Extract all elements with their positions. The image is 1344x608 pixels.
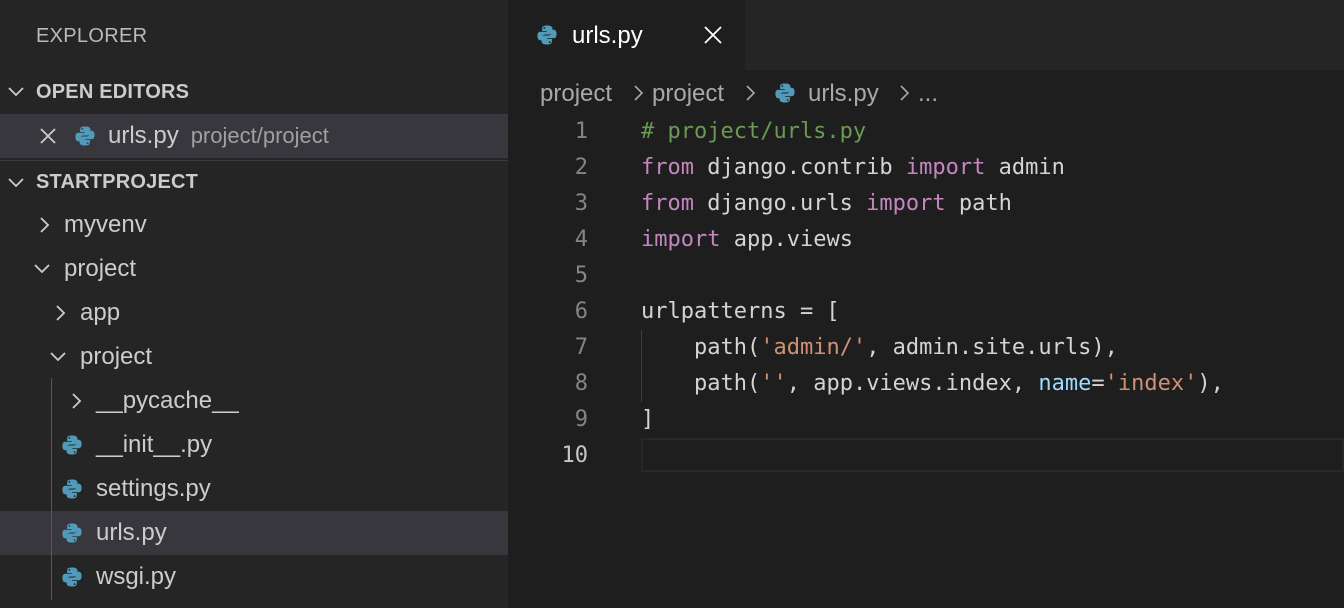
code-text: = xyxy=(1091,371,1105,396)
code-line-6: urlpatterns = [ xyxy=(641,299,840,324)
line-number: 6 xyxy=(574,299,588,324)
close-icon[interactable] xyxy=(702,24,724,46)
explorer-sidebar: EXPLORER OPEN EDITORS urls.py project/pro… xyxy=(0,0,508,608)
python-file-icon xyxy=(75,126,95,146)
code-text: django.contrib xyxy=(693,155,906,180)
code-line-2: from django.contrib import admin xyxy=(641,150,1065,186)
tree-item-label: urls.py xyxy=(96,519,167,546)
string-literal: 'admin/' xyxy=(760,335,867,360)
tree-item-settings-py[interactable]: settings.py xyxy=(0,467,508,511)
python-file-icon xyxy=(62,567,82,587)
tree-item-init-py[interactable]: __init__.py xyxy=(0,423,508,467)
line-number: 1 xyxy=(574,119,588,144)
chevron-right-icon xyxy=(40,217,50,233)
explorer-title: EXPLORER xyxy=(36,25,148,47)
string-literal: '' xyxy=(760,371,787,396)
open-editor-path: project/project xyxy=(190,123,329,148)
line-number: 8 xyxy=(574,371,588,396)
python-file-icon xyxy=(62,435,82,455)
code-text: app.views xyxy=(720,227,853,252)
open-editors-label: OPEN EDITORS xyxy=(36,80,190,103)
chevron-right-icon xyxy=(634,85,644,101)
tree-item-myvenv[interactable]: myvenv xyxy=(0,203,508,247)
code-text: path xyxy=(945,191,1012,216)
editor-tab-bar: urls.py xyxy=(508,0,1344,70)
chevron-down-icon xyxy=(34,264,50,274)
open-editor-label: urls.py project/project xyxy=(108,122,329,150)
chevron-right-icon xyxy=(72,393,82,409)
tree-item-label: wsgi.py xyxy=(96,563,177,590)
open-editor-item-urls[interactable]: urls.py project/project xyxy=(0,114,508,158)
line-number: 2 xyxy=(574,155,588,180)
line-number: 5 xyxy=(574,263,588,288)
tree-item-app[interactable]: app xyxy=(0,291,508,335)
chevron-down-icon xyxy=(8,87,24,97)
code-text: django.urls xyxy=(693,191,867,216)
code-text: admin xyxy=(985,155,1065,180)
open-editors-header[interactable]: OPEN EDITORS xyxy=(0,70,508,114)
breadcrumb-item-project-inner[interactable]: project xyxy=(652,80,724,108)
python-file-icon xyxy=(537,25,557,45)
chevron-right-icon xyxy=(900,85,910,101)
code-line-9: ] xyxy=(641,407,655,432)
code-text: path( xyxy=(641,371,761,396)
parameter-name: name xyxy=(1038,371,1092,396)
string-literal: 'index' xyxy=(1104,371,1198,396)
chevron-down-icon xyxy=(50,352,66,362)
tab-label: urls.py xyxy=(572,22,643,49)
code-text: , app.views.index, xyxy=(786,371,1039,396)
tree-item-project-nested[interactable]: project xyxy=(0,335,508,379)
current-line-highlight xyxy=(641,438,1344,472)
line-number: 9 xyxy=(574,407,588,432)
open-editor-filename: urls.py xyxy=(108,122,179,149)
python-file-icon xyxy=(62,479,82,499)
tree-item-label: settings.py xyxy=(96,475,211,502)
line-number: 4 xyxy=(574,227,588,252)
code-line-1: # project/urls.py xyxy=(641,119,867,144)
tab-urls-py[interactable]: urls.py xyxy=(508,0,745,70)
tree-item-urls-py[interactable]: urls.py xyxy=(0,511,508,555)
keyword: import xyxy=(866,191,946,216)
keyword: from xyxy=(641,155,694,180)
code-text: ), xyxy=(1197,371,1224,396)
keyword: from xyxy=(641,191,694,216)
breadcrumb-item-project[interactable]: project xyxy=(540,80,612,108)
line-number: 10 xyxy=(561,443,589,468)
tree-item-project[interactable]: project xyxy=(0,247,508,291)
chevron-right-icon xyxy=(56,305,66,321)
breadcrumb-item-file[interactable]: urls.py xyxy=(808,80,879,108)
code-editor[interactable]: 1 2 3 4 5 6 7 8 9 10 # project/urls.py f… xyxy=(508,114,1344,608)
code-line-7: path('admin/', admin.site.urls), xyxy=(641,330,1118,366)
python-file-icon xyxy=(775,83,795,103)
code-text: path( xyxy=(641,335,761,360)
close-icon[interactable] xyxy=(38,126,58,146)
tree-item-label: __init__.py xyxy=(96,431,213,458)
code-line-8: path('', app.views.index, name='index'), xyxy=(641,366,1224,402)
breadcrumb: project project urls.py ... xyxy=(508,70,1344,116)
chevron-right-icon xyxy=(746,85,756,101)
chevron-down-icon xyxy=(8,178,24,188)
code-line-4: import app.views xyxy=(641,222,853,258)
tree-item-label: myvenv xyxy=(64,211,147,238)
tree-item-label: __pycache__ xyxy=(96,387,239,414)
line-number: 7 xyxy=(574,335,588,360)
tree-item-label: app xyxy=(80,299,121,326)
tree-item-pycache[interactable]: __pycache__ xyxy=(0,379,508,423)
startproject-label: STARTPROJECT xyxy=(36,171,199,193)
code-text: , admin.site.urls), xyxy=(866,335,1118,360)
python-file-icon xyxy=(62,523,82,543)
tree-item-label: project xyxy=(64,255,137,282)
code-line-3: from django.urls import path xyxy=(641,186,1012,222)
tree-item-label: project xyxy=(80,343,153,370)
breadcrumb-item-more[interactable]: ... xyxy=(918,80,938,108)
line-number: 3 xyxy=(574,191,588,216)
keyword: import xyxy=(641,227,721,252)
tree-indent-guide xyxy=(51,378,52,600)
keyword: import xyxy=(905,155,986,180)
startproject-header[interactable]: STARTPROJECT xyxy=(0,160,508,204)
tree-item-wsgi-py[interactable]: wsgi.py xyxy=(0,555,508,599)
